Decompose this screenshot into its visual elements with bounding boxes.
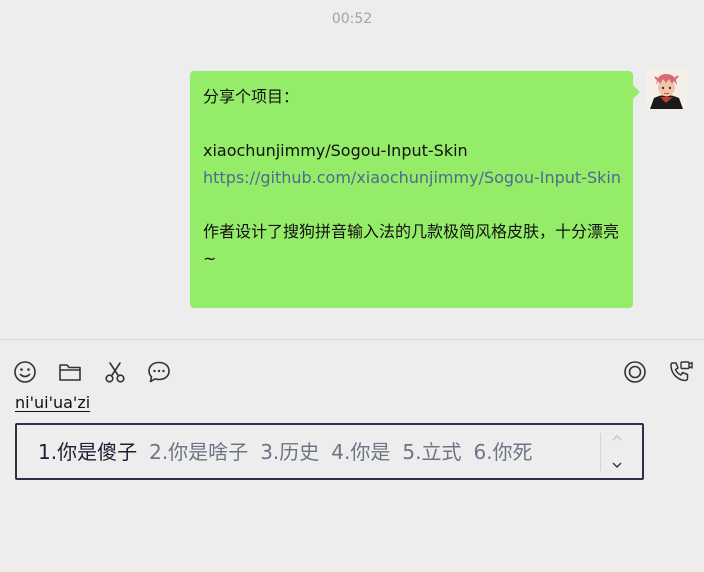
- message-link[interactable]: https://github.com/xiaochunjimmy/Sogou-I…: [203, 164, 633, 191]
- record-icon[interactable]: [622, 359, 648, 385]
- scissors-icon[interactable]: [102, 359, 128, 385]
- candidate-list: 1.你是傻子 2.你是啥子 3.历史 4.你是 5.立式 6.你死: [38, 439, 533, 465]
- chevron-down-icon[interactable]: [610, 458, 624, 472]
- folder-icon[interactable]: [57, 359, 83, 385]
- message-bubble[interactable]: 分享个项目： xiaochunjimmy/Sogou-Input-Skin ht…: [190, 71, 640, 308]
- message-repo-name: xiaochunjimmy/Sogou-Input-Skin: [203, 141, 468, 160]
- candidate-5[interactable]: 5.立式: [402, 439, 461, 465]
- avatar-image: [646, 68, 687, 109]
- call-icon[interactable]: [667, 359, 693, 385]
- chevron-up-icon[interactable]: [610, 431, 624, 445]
- chat-bubble-icon[interactable]: [146, 359, 172, 385]
- candidate-4[interactable]: 4.你是: [331, 439, 390, 465]
- ime-pinyin-composition: ni'ui'ua'zi: [15, 393, 91, 412]
- candidate-6[interactable]: 6.你死: [473, 439, 532, 465]
- avatar[interactable]: [646, 68, 687, 109]
- message-timestamp: 00:52: [331, 11, 373, 27]
- candidate-2[interactable]: 2.你是啥子: [149, 439, 248, 465]
- divider: [0, 339, 704, 340]
- candidate-1[interactable]: 1.你是傻子: [38, 439, 137, 465]
- ime-candidate-bar: 1.你是傻子 2.你是啥子 3.历史 4.你是 5.立式 6.你死: [15, 423, 644, 480]
- message-description: 作者设计了搜狗拼音输入法的几款极简风格皮肤，十分漂亮~: [203, 222, 620, 268]
- candidate-3[interactable]: 3.历史: [260, 439, 319, 465]
- candidate-separator: [600, 433, 601, 471]
- emoji-icon[interactable]: [12, 359, 38, 385]
- message-line-1: 分享个项目：: [203, 87, 300, 106]
